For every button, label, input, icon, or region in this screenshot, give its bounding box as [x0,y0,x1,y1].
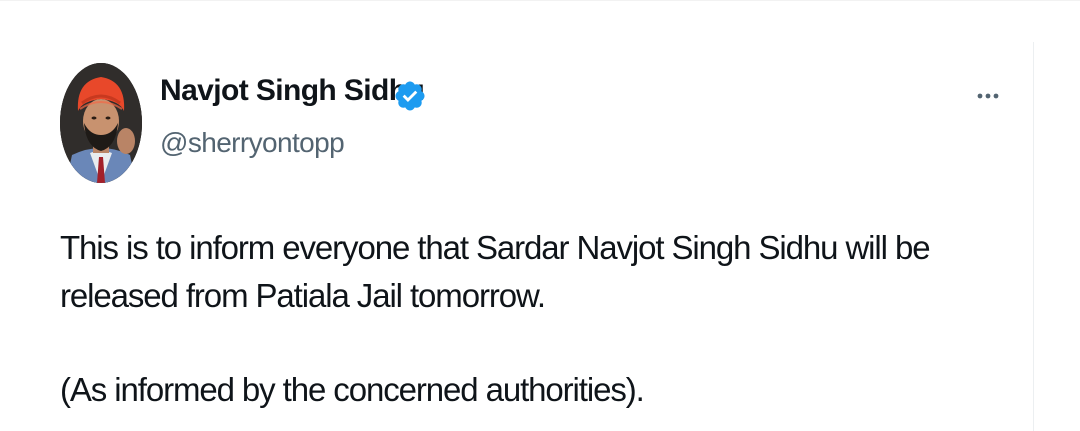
tweet-text-line: (As informed by the concerned authoritie… [60,371,645,408]
author-handle[interactable]: @sherryontopp [160,127,345,159]
top-divider [0,0,1080,1]
tweet-card: Navjot Singh Sidhu @sherryontopp This is… [0,0,1080,431]
tweet-text: This is to inform everyone that Sardar N… [60,224,960,414]
avatar-photo [60,63,142,183]
author-display-name[interactable]: Navjot Singh Sidhu [160,74,425,108]
more-horizontal-icon[interactable] [970,84,1006,108]
tweet-text-line: released from Patiala Jail tomorrow. [60,277,546,314]
verified-badge-icon [395,81,425,111]
right-divider [1033,42,1034,431]
tweet-text-line: This is to inform everyone that Sardar N… [60,229,931,266]
avatar[interactable] [60,63,142,183]
